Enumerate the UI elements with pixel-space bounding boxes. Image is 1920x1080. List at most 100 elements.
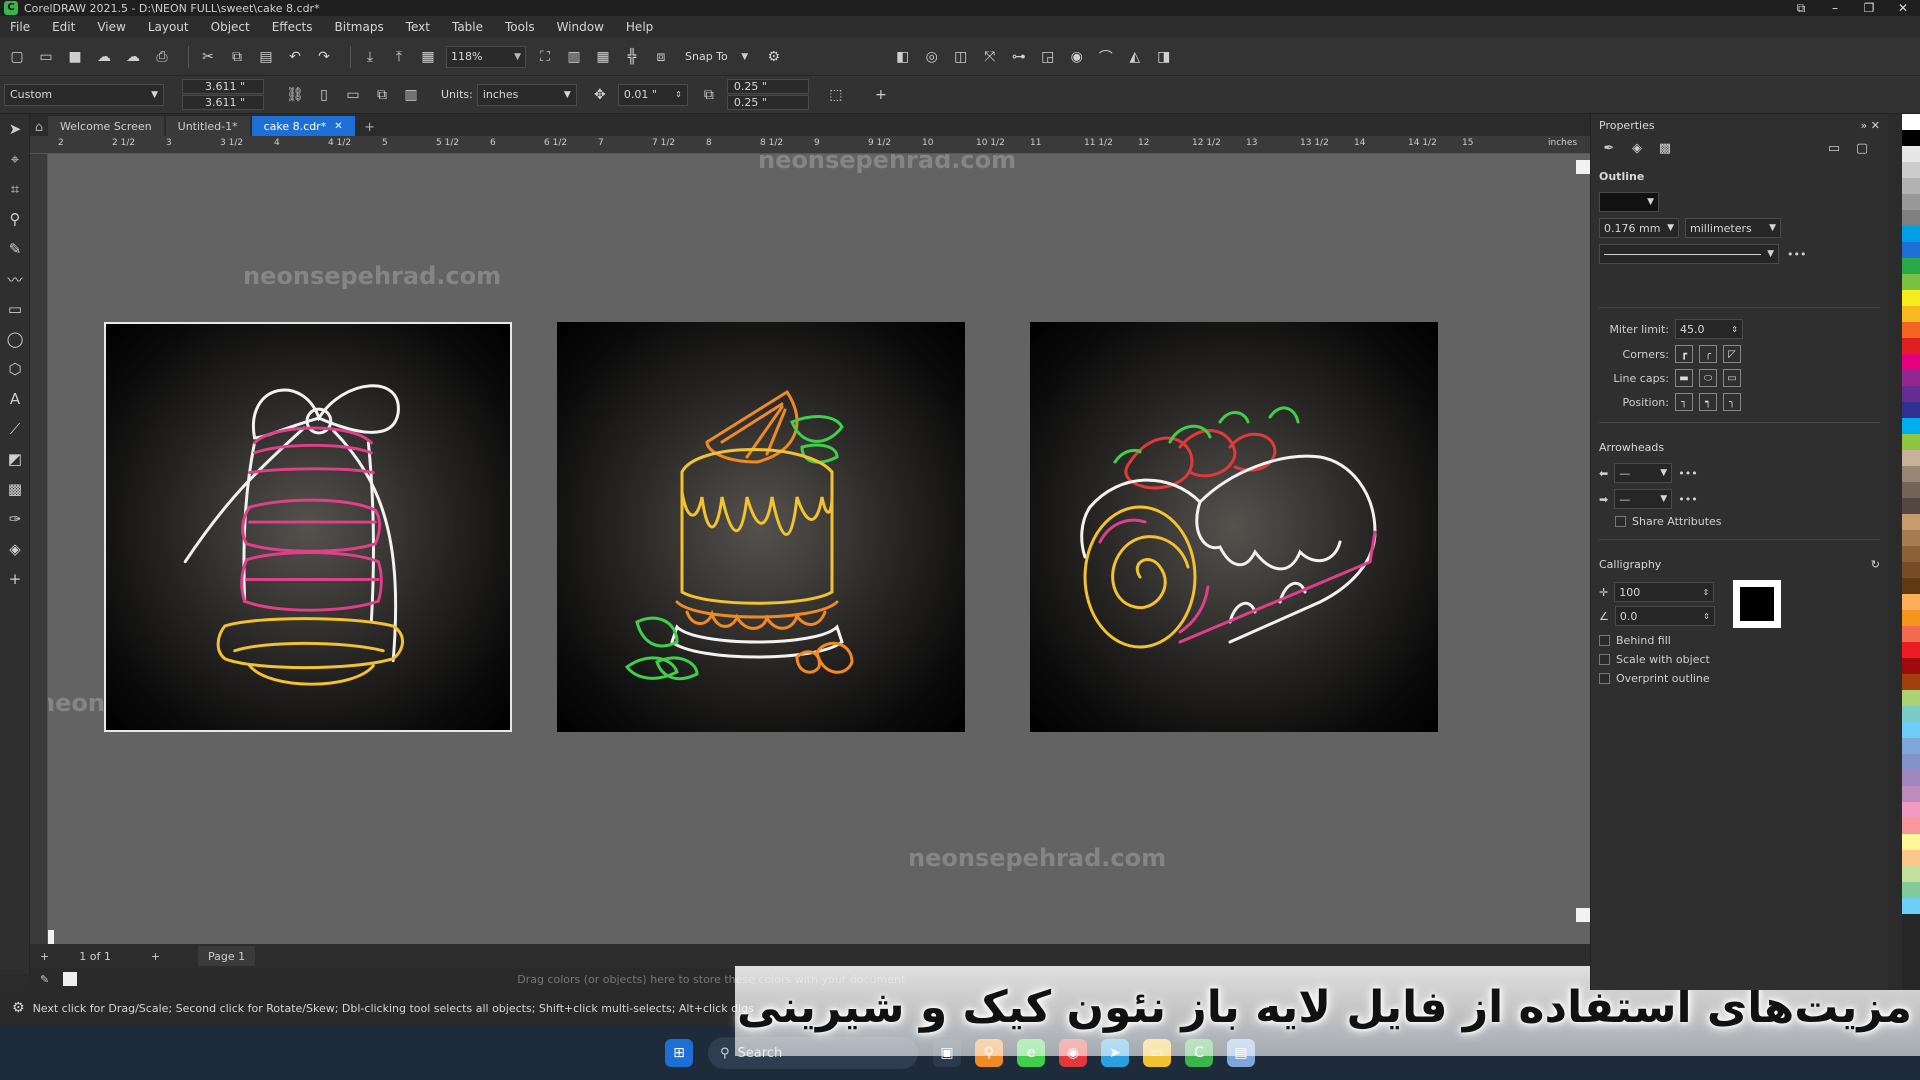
drop-shadow-icon[interactable]: ◩ — [0, 444, 30, 474]
shape-tool-icon[interactable]: ⌖ — [0, 144, 30, 174]
show-guidelines-icon[interactable]: ╬ — [621, 46, 643, 68]
close-button[interactable]: ✕ — [1886, 0, 1920, 16]
transparency-tool-icon[interactable]: ▩ — [0, 474, 30, 504]
neon-orange-cake-artwork[interactable] — [557, 322, 965, 732]
rectangle-tool-icon[interactable]: ▭ — [0, 294, 30, 324]
welcome-icon[interactable]: ◎ — [921, 46, 943, 68]
menu-table[interactable]: Table — [452, 20, 483, 34]
menu-file[interactable]: File — [10, 20, 30, 34]
stretch-input[interactable]: 100 ⇕ — [1614, 582, 1715, 602]
more-options-icon[interactable]: ••• — [1678, 467, 1697, 480]
color-swatch[interactable] — [1902, 210, 1920, 226]
color-swatch[interactable] — [1902, 674, 1920, 690]
connector-tool-icon[interactable]: ⟋ — [0, 414, 30, 444]
zoom-level-select[interactable]: 118% ▼ — [446, 45, 526, 68]
color-swatch[interactable] — [1902, 786, 1920, 802]
vertical-ruler[interactable] — [30, 154, 48, 944]
color-swatch[interactable] — [1902, 418, 1920, 434]
options-gear-icon[interactable]: ⚙ — [763, 46, 785, 68]
color-swatch[interactable] — [1902, 258, 1920, 274]
panel-expand-icon[interactable]: ▭ — [1824, 138, 1844, 158]
menu-view[interactable]: View — [97, 20, 125, 34]
duplicate-x-input[interactable]: 0.25 " — [726, 79, 809, 94]
web-icon[interactable]: ◉ — [1066, 46, 1088, 68]
menu-text[interactable]: Text — [406, 20, 430, 34]
zoom-tool-icon[interactable]: ⚲ — [0, 204, 30, 234]
color-swatch[interactable] — [1902, 274, 1920, 290]
docker-tab-strip[interactable] — [1888, 114, 1902, 990]
color-swatch[interactable] — [1902, 130, 1920, 146]
color-swatch[interactable] — [1902, 434, 1920, 450]
color-swatch[interactable] — [1902, 754, 1920, 770]
crop-tool-icon[interactable]: ⌗ — [0, 174, 30, 204]
cloud-upload-icon[interactable]: ☁ — [93, 46, 115, 68]
round-cap-icon[interactable]: ⬭ — [1699, 369, 1717, 387]
transform-icon[interactable]: ⤧ — [979, 46, 1001, 68]
landscape-icon[interactable]: ▭ — [342, 84, 364, 106]
color-swatch[interactable] — [1902, 386, 1920, 402]
interactive-fill-icon[interactable]: ◈ — [0, 534, 30, 564]
menu-effects[interactable]: Effects — [272, 20, 313, 34]
color-swatch[interactable] — [1902, 498, 1920, 514]
color-swatch[interactable] — [1902, 226, 1920, 242]
bleed-icon[interactable]: ⬚ — [825, 84, 847, 106]
portrait-icon[interactable]: ▯ — [313, 84, 335, 106]
color-swatch[interactable] — [1902, 834, 1920, 850]
show-grid-icon[interactable]: ▦ — [592, 46, 614, 68]
outline-width-input[interactable]: 0.176 mm ▼ — [1599, 218, 1679, 238]
color-swatch[interactable] — [1902, 818, 1920, 834]
panel-icon[interactable]: ◨ — [1153, 46, 1175, 68]
bevel-corner-icon[interactable]: ◸ — [1723, 345, 1741, 363]
all-pages-icon[interactable]: ⧉ — [371, 84, 393, 106]
color-swatch[interactable] — [1902, 690, 1920, 706]
color-swatch[interactable] — [1902, 178, 1920, 194]
color-swatch[interactable] — [1902, 354, 1920, 370]
neon-swiss-roll-artwork[interactable] — [1030, 322, 1438, 732]
color-swatch[interactable] — [1902, 642, 1920, 658]
color-swatch[interactable] — [1902, 114, 1920, 130]
more-options-icon[interactable]: ••• — [1678, 493, 1697, 506]
color-swatch[interactable] — [1902, 706, 1920, 722]
scale-with-object-checkbox[interactable] — [1599, 654, 1610, 665]
center-outline-icon[interactable]: ┑ — [1699, 393, 1717, 411]
color-swatch[interactable] — [1902, 738, 1920, 754]
horizontal-ruler[interactable]: 2 2 1/2 3 3 1/2 4 4 1/2 5 5 1/2 6 6 1/2 … — [30, 136, 1590, 154]
color-swatch[interactable] — [1902, 194, 1920, 210]
color-swatch[interactable] — [1902, 866, 1920, 882]
line-style-select[interactable]: ▼ — [1599, 244, 1779, 264]
fill-bucket-icon[interactable]: ◈ — [1627, 138, 1647, 158]
page-height-input[interactable]: 3.611 " — [182, 95, 264, 110]
copy-icon[interactable]: ⧉ — [226, 46, 248, 68]
page-width-input[interactable]: 3.611 " — [182, 79, 264, 94]
color-swatch[interactable] — [1902, 578, 1920, 594]
more-options-icon[interactable]: ••• — [1787, 248, 1806, 261]
new-tab-button[interactable]: + — [361, 118, 379, 136]
full-screen-icon[interactable]: ⛶ — [534, 46, 556, 68]
windows-start-icon[interactable]: ⊞ — [665, 1039, 693, 1067]
color-swatch[interactable] — [1902, 322, 1920, 338]
color-swatch[interactable] — [1902, 562, 1920, 578]
add-page-button[interactable]: + — [151, 950, 160, 963]
duplicate-y-input[interactable]: 0.25 " — [726, 95, 809, 110]
nib-shape-preview[interactable] — [1732, 580, 1781, 628]
page-size-preset-select[interactable]: Custom ▼ — [4, 83, 164, 106]
units-select[interactable]: inches ▼ — [476, 83, 577, 106]
tab-untitled-1[interactable]: Untitled-1* — [165, 116, 250, 136]
close-tab-icon[interactable]: ✕ — [334, 121, 342, 132]
arrange-icon[interactable]: ◲ — [1037, 46, 1059, 68]
color-swatch[interactable] — [1902, 162, 1920, 178]
outline-pen-icon[interactable]: ✒ — [1599, 138, 1619, 158]
tab-cake-8[interactable]: cake 8.cdr* ✕ — [251, 116, 355, 136]
cloud-download-icon[interactable]: ☁ — [122, 46, 144, 68]
restore-panel-icon[interactable]: ⧉ — [1784, 0, 1818, 16]
color-swatch[interactable] — [1902, 370, 1920, 386]
color-swatch[interactable] — [1902, 290, 1920, 306]
show-rulers-icon[interactable]: ▥ — [563, 46, 585, 68]
menu-layout[interactable]: Layout — [148, 20, 189, 34]
eyedropper-tool-icon[interactable]: ✑ — [0, 504, 30, 534]
current-page-icon[interactable]: ▥ — [400, 84, 422, 106]
outline-color-picker[interactable]: ▼ — [1599, 192, 1659, 212]
color-swatch[interactable] — [1902, 850, 1920, 866]
snap-icon[interactable]: ⧈ — [650, 46, 672, 68]
freehand-tool-icon[interactable]: ✎ — [0, 234, 30, 264]
